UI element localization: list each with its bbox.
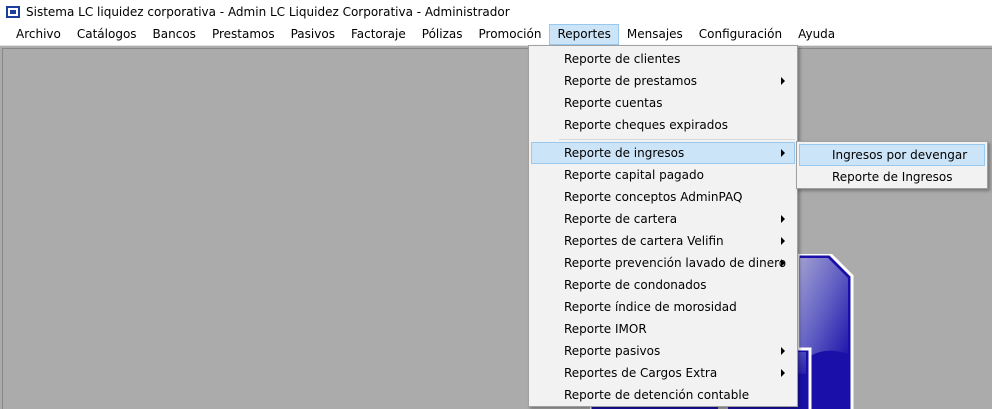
menu-item-reporte-pasivos[interactable]: Reporte pasivos bbox=[531, 340, 795, 362]
mdi-workspace bbox=[0, 46, 992, 409]
submenu-arrow-icon bbox=[781, 259, 785, 267]
menu-catalogos[interactable]: Catálogos bbox=[69, 24, 145, 45]
menu-promocion[interactable]: Promoción bbox=[471, 24, 550, 45]
reportes-dropdown-menu: Reporte de clientes Reporte de prestamos… bbox=[528, 45, 798, 407]
menu-item-reporte-condonados[interactable]: Reporte de condonados bbox=[531, 274, 795, 296]
menu-item-reporte-ingresos[interactable]: Reporte de ingresos bbox=[531, 142, 795, 164]
menu-item-reporte-indice-morosidad[interactable]: Reporte índice de morosidad bbox=[531, 296, 795, 318]
menu-item-reporte-clientes[interactable]: Reporte de clientes bbox=[531, 48, 795, 70]
menu-item-reporte-prevencion-lavado[interactable]: Reporte prevención lavado de dinero bbox=[531, 252, 795, 274]
submenu-arrow-icon bbox=[781, 237, 785, 245]
menu-factoraje[interactable]: Factoraje bbox=[343, 24, 414, 45]
menu-bancos[interactable]: Bancos bbox=[145, 24, 204, 45]
menu-item-reporte-capital-pagado[interactable]: Reporte capital pagado bbox=[531, 164, 795, 186]
submenu-arrow-icon bbox=[781, 215, 785, 223]
menu-prestamos[interactable]: Prestamos bbox=[204, 24, 283, 45]
submenu-item-reporte-ingresos[interactable]: Reporte de Ingresos bbox=[799, 166, 985, 188]
submenu-item-ingresos-por-devengar[interactable]: Ingresos por devengar bbox=[799, 144, 985, 166]
menu-item-reporte-imor[interactable]: Reporte IMOR bbox=[531, 318, 795, 340]
ingresos-submenu: Ingresos por devengar Reporte de Ingreso… bbox=[796, 141, 988, 189]
menu-ayuda[interactable]: Ayuda bbox=[790, 24, 843, 45]
menu-configuracion[interactable]: Configuración bbox=[691, 24, 790, 45]
menu-item-reporte-conceptos-adminpaq[interactable]: Reporte conceptos AdminPAQ bbox=[531, 186, 795, 208]
menu-item-reporte-detencion-contable[interactable]: Reporte de detención contable bbox=[531, 384, 795, 406]
menu-pasivos[interactable]: Pasivos bbox=[283, 24, 343, 45]
menu-item-reporte-cuentas[interactable]: Reporte cuentas bbox=[531, 92, 795, 114]
menu-mensajes[interactable]: Mensajes bbox=[619, 24, 691, 45]
title-bar: Sistema LC liquidez corporativa - Admin … bbox=[0, 0, 992, 24]
submenu-arrow-icon bbox=[781, 347, 785, 355]
window-title: Sistema LC liquidez corporativa - Admin … bbox=[26, 5, 510, 19]
menu-reportes[interactable]: Reportes bbox=[549, 24, 619, 45]
menu-item-reporte-cheques-expirados[interactable]: Reporte cheques expirados bbox=[531, 114, 795, 136]
menu-bar: Archivo Catálogos Bancos Prestamos Pasiv… bbox=[0, 24, 992, 46]
menu-item-reporte-cartera[interactable]: Reporte de cartera bbox=[531, 208, 795, 230]
submenu-arrow-icon bbox=[781, 77, 785, 85]
menu-archivo[interactable]: Archivo bbox=[8, 24, 69, 45]
menu-polizas[interactable]: Pólizas bbox=[414, 24, 471, 45]
menu-item-reportes-cargos-extra[interactable]: Reportes de Cargos Extra bbox=[531, 362, 795, 384]
app-logo-icon bbox=[6, 6, 20, 18]
menu-separator bbox=[559, 139, 795, 140]
submenu-arrow-icon bbox=[781, 369, 785, 377]
submenu-arrow-icon bbox=[781, 149, 785, 157]
menu-item-reporte-prestamos[interactable]: Reporte de prestamos bbox=[531, 70, 795, 92]
menu-item-reportes-cartera-velifin[interactable]: Reportes de cartera Velifin bbox=[531, 230, 795, 252]
